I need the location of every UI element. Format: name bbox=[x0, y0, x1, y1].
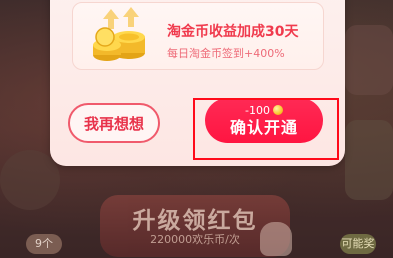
pointer-hand-icon bbox=[260, 222, 292, 256]
background-decoration bbox=[0, 150, 60, 210]
benefit-card: 淘金币收益加成30天 每日淘金币签到+400% bbox=[72, 2, 324, 70]
gold-coins-arrow-icon bbox=[93, 7, 145, 61]
background-reward-badge: 可能奖 bbox=[340, 234, 376, 254]
cancel-button[interactable]: 我再想想 bbox=[68, 103, 160, 143]
benefit-title: 淘金币收益加成30天 bbox=[167, 24, 299, 40]
background-count-badge: 9个 bbox=[26, 234, 62, 254]
benefit-description: 每日淘金币签到+400% bbox=[167, 47, 285, 60]
cancel-button-label: 我再想想 bbox=[83, 114, 144, 133]
background-decoration bbox=[345, 25, 393, 95]
background-decoration bbox=[345, 120, 393, 200]
highlight-box bbox=[193, 98, 339, 160]
